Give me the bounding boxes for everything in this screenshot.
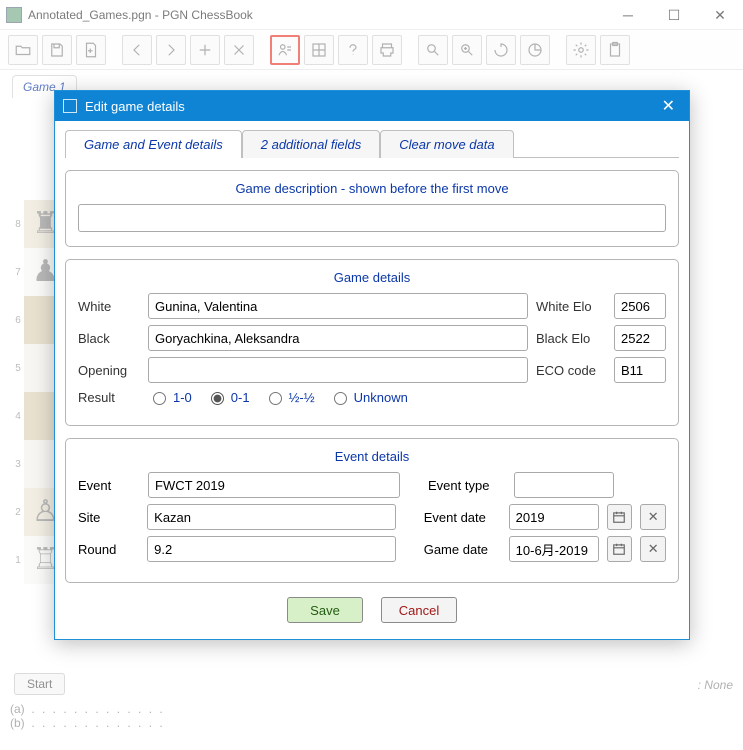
event-label: Event [78, 478, 140, 493]
dialog-buttons: Save Cancel [65, 597, 679, 623]
dialog-titlebar: Edit game details ✕ [55, 91, 689, 121]
app-icon [6, 7, 22, 23]
edit-game-details-icon[interactable] [270, 35, 300, 65]
event-details-title: Event details [78, 449, 666, 464]
event-date-label: Event date [424, 510, 501, 525]
dialog-icon [63, 99, 77, 113]
result-unknown[interactable]: Unknown [329, 389, 408, 405]
game-date-calendar-icon[interactable] [607, 536, 633, 562]
event-type-label: Event type [428, 478, 506, 493]
event-input[interactable] [148, 472, 400, 498]
game-description-input[interactable] [78, 204, 666, 232]
opening-none-label: : None [698, 678, 733, 692]
dots: . . . . . . . . . . . . . [31, 702, 164, 716]
start-button[interactable]: Start [14, 673, 65, 695]
refresh-icon[interactable] [486, 35, 516, 65]
search-plus-icon[interactable] [452, 35, 482, 65]
round-label: Round [78, 542, 139, 557]
forward-icon[interactable] [156, 35, 186, 65]
event-date-input[interactable] [509, 504, 599, 530]
game-date-input[interactable] [509, 536, 599, 562]
eco-label: ECO code [536, 363, 606, 378]
game-details-panel: Game details White White Elo Black Black… [65, 259, 679, 426]
result-1-0[interactable]: 1-0 [148, 389, 192, 405]
dialog-close-icon[interactable]: ✕ [656, 96, 681, 116]
event-type-input[interactable] [514, 472, 614, 498]
game-date-clear-icon[interactable]: ✕ [640, 536, 666, 562]
maximize-button[interactable]: ☐ [651, 0, 697, 30]
delete-icon[interactable] [224, 35, 254, 65]
dialog-title: Edit game details [85, 99, 656, 114]
line-a-label: (a) [10, 702, 25, 716]
black-input[interactable] [148, 325, 528, 351]
game-description-title: Game description - shown before the firs… [78, 181, 666, 196]
add-icon[interactable] [190, 35, 220, 65]
event-date-calendar-icon[interactable] [607, 504, 633, 530]
event-details-panel: Event details Event Event type Site Even… [65, 438, 679, 583]
minimize-button[interactable]: ─ [605, 0, 651, 30]
dots: . . . . . . . . . . . . . [31, 716, 164, 730]
game-date-label: Game date [424, 542, 501, 557]
clipboard-icon[interactable] [600, 35, 630, 65]
result-0-1[interactable]: 0-1 [206, 389, 250, 405]
result-draw[interactable]: ½-½ [264, 389, 315, 405]
main-toolbar [0, 30, 743, 70]
result-label: Result [78, 390, 140, 405]
site-label: Site [78, 510, 139, 525]
cancel-button[interactable]: Cancel [381, 597, 457, 623]
tab-additional-fields[interactable]: 2 additional fields [242, 130, 380, 158]
opening-label: Opening [78, 363, 140, 378]
black-label: Black [78, 331, 140, 346]
dialog-tabs: Game and Event details 2 additional fiel… [65, 129, 679, 158]
close-button[interactable]: ✕ [697, 0, 743, 30]
round-input[interactable] [147, 536, 396, 562]
site-input[interactable] [147, 504, 396, 530]
pie-icon[interactable] [520, 35, 550, 65]
game-details-title: Game details [78, 270, 666, 285]
opening-input[interactable] [148, 357, 528, 383]
new-doc-icon[interactable] [76, 35, 106, 65]
open-icon[interactable] [8, 35, 38, 65]
save-icon[interactable] [42, 35, 72, 65]
game-description-panel: Game description - shown before the firs… [65, 170, 679, 247]
move-lines: (a) . . . . . . . . . . . . . (b) . . . … [10, 702, 165, 730]
search-icon[interactable] [418, 35, 448, 65]
white-input[interactable] [148, 293, 528, 319]
white-label: White [78, 299, 140, 314]
eco-input[interactable] [614, 357, 666, 383]
help-icon[interactable] [338, 35, 368, 65]
event-date-clear-icon[interactable]: ✕ [640, 504, 666, 530]
back-icon[interactable] [122, 35, 152, 65]
black-elo-input[interactable] [614, 325, 666, 351]
print-icon[interactable] [372, 35, 402, 65]
white-elo-label: White Elo [536, 299, 606, 314]
black-elo-label: Black Elo [536, 331, 606, 346]
tab-game-event-details[interactable]: Game and Event details [65, 130, 242, 158]
line-b-label: (b) [10, 716, 25, 730]
result-radios: 1-0 0-1 ½-½ Unknown [148, 389, 408, 405]
edit-game-details-dialog: Edit game details ✕ Game and Event detai… [54, 90, 690, 640]
tab-clear-move-data[interactable]: Clear move data [380, 130, 513, 158]
white-elo-input[interactable] [614, 293, 666, 319]
main-titlebar: Annotated_Games.pgn - PGN ChessBook ─ ☐ … [0, 0, 743, 30]
board-icon[interactable] [304, 35, 334, 65]
window-title: Annotated_Games.pgn - PGN ChessBook [28, 8, 253, 22]
window-controls: ─ ☐ ✕ [605, 0, 743, 30]
save-button[interactable]: Save [287, 597, 363, 623]
settings-icon[interactable] [566, 35, 596, 65]
